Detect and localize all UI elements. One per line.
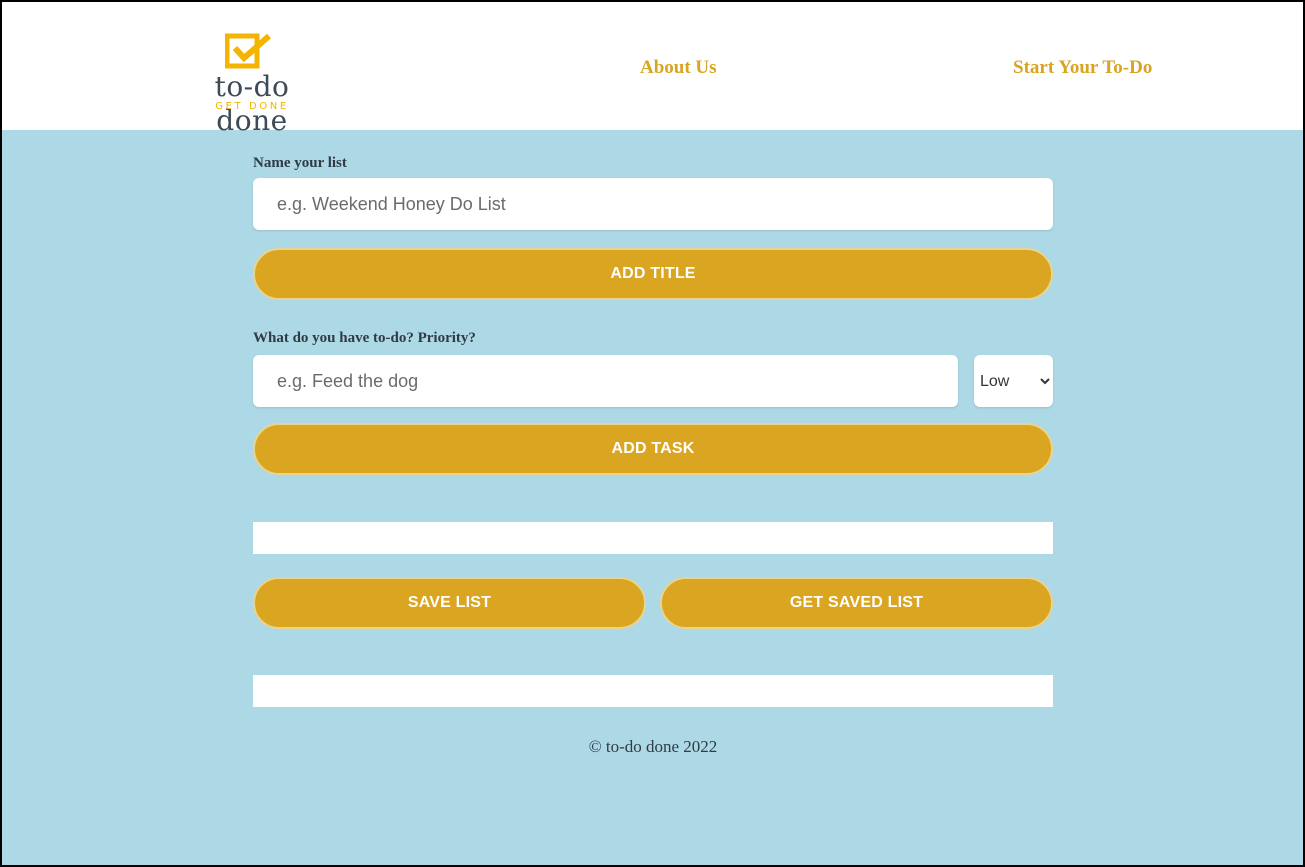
- site-header: to-do done GET DONE About Us Start Your …: [2, 2, 1303, 137]
- saved-list-area: [253, 675, 1053, 707]
- task-label: What do you have to-do? Priority?: [253, 330, 476, 346]
- priority-select-wrapper: Low: [974, 355, 1053, 407]
- nav-link-start-your-todo[interactable]: Start Your To-Do: [1013, 56, 1152, 80]
- logo[interactable]: to-do done GET DONE: [177, 32, 327, 137]
- task-list-area: [253, 522, 1053, 554]
- nav-link-about-us[interactable]: About Us: [640, 56, 717, 80]
- priority-select[interactable]: Low: [974, 355, 1053, 407]
- copyright-footer: © to-do done 2022: [588, 737, 718, 756]
- list-name-label: Name your list: [253, 155, 347, 171]
- get-saved-list-button[interactable]: GET SAVED LIST: [660, 577, 1053, 629]
- add-title-button[interactable]: ADD TITLE: [253, 248, 1053, 300]
- app-window: to-do done GET DONE About Us Start Your …: [0, 0, 1305, 867]
- task-input[interactable]: [253, 355, 958, 407]
- save-list-button[interactable]: SAVE LIST: [253, 577, 646, 629]
- logo-tagline: GET DONE: [215, 101, 289, 112]
- add-task-button[interactable]: ADD TASK: [253, 423, 1053, 475]
- checkbox-logo-icon: [225, 33, 271, 69]
- list-name-input[interactable]: [253, 178, 1053, 230]
